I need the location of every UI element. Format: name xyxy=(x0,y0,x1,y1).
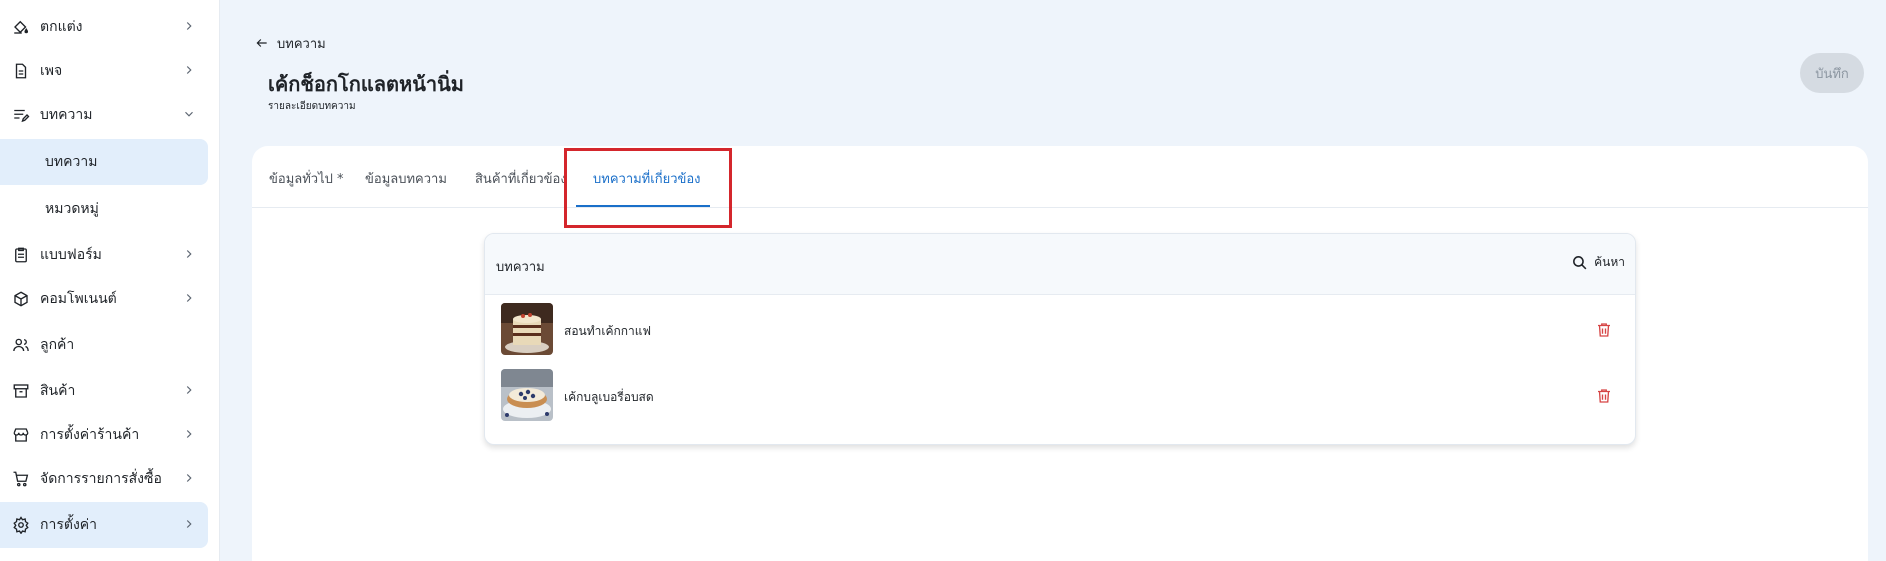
chevron-right-icon xyxy=(186,430,192,438)
sidebar-item-orders[interactable]: จัดการรายการสั่งซื้อ xyxy=(0,456,208,502)
sidebar-item-products[interactable]: สินค้า xyxy=(0,368,208,414)
save-button[interactable]: บันทึก xyxy=(1800,53,1864,93)
sidebar-item-forms[interactable]: แบบฟอร์ม xyxy=(0,232,208,278)
trash-icon[interactable] xyxy=(1595,387,1613,405)
chevron-right-icon xyxy=(186,66,192,74)
gear-icon xyxy=(12,516,30,534)
store-icon xyxy=(12,426,30,444)
cart-icon xyxy=(12,470,30,488)
search-label: ค้นหา xyxy=(1594,255,1625,269)
chevron-right-icon xyxy=(186,474,192,482)
page-subtitle: รายละเอียดบทความ xyxy=(268,101,356,112)
sidebar-subitem-categories[interactable]: หมวดหมู่ xyxy=(0,186,208,232)
list-item: สอนทำเค้กกาแฟ xyxy=(485,295,1635,355)
list-item: เค้กบลูเบอรี่อบสด xyxy=(485,361,1635,421)
back-link-label: บทความ xyxy=(277,36,326,52)
back-link[interactable]: บทความ xyxy=(255,34,326,52)
sidebar-item-decorate[interactable]: ตกแต่ง xyxy=(0,4,208,50)
sidebar-item-label: ตกแต่ง xyxy=(40,19,83,35)
paint-bucket-icon xyxy=(12,18,30,36)
article-thumbnail xyxy=(501,369,553,421)
article-edit-icon xyxy=(12,106,30,124)
sidebar-subitem-articles[interactable]: บทความ xyxy=(0,139,208,185)
sidebar-item-settings[interactable]: การตั้งค่า xyxy=(0,502,208,548)
sidebar-item-label: คอมโพเนนต์ xyxy=(40,291,117,307)
active-tab-indicator xyxy=(576,205,710,207)
page-icon xyxy=(12,62,30,80)
sidebar-item-components[interactable]: คอมโพเนนต์ xyxy=(0,276,208,322)
box-icon xyxy=(12,382,30,400)
sidebar-item-label: จัดการรายการสั่งซื้อ xyxy=(40,471,162,487)
chevron-right-icon xyxy=(186,294,192,302)
related-articles-panel: บทความ ค้นหา สอนทำเค้กกาแฟ เค้กบลูเบอรี่… xyxy=(484,233,1636,445)
sidebar-item-label: การตั้งค่าร้านค้า xyxy=(40,427,140,443)
chevron-down-icon xyxy=(185,111,193,117)
trash-icon[interactable] xyxy=(1595,321,1613,339)
panel-title: บทความ xyxy=(496,260,545,275)
sidebar-item-articles[interactable]: บทความ xyxy=(0,92,208,138)
sidebar-item-store-settings[interactable]: การตั้งค่าร้านค้า xyxy=(0,412,208,458)
chevron-right-icon xyxy=(186,520,192,528)
chevron-right-icon xyxy=(186,386,192,394)
sidebar-item-label: เพจ xyxy=(40,63,63,79)
search-button[interactable]: ค้นหา xyxy=(1571,253,1625,272)
chevron-right-icon xyxy=(186,22,192,30)
sidebar-item-customers[interactable]: ลูกค้า xyxy=(0,322,208,368)
form-icon xyxy=(12,246,30,264)
users-icon xyxy=(12,336,30,354)
sidebar-item-label: ลูกค้า xyxy=(40,337,75,353)
search-icon xyxy=(1573,256,1587,270)
sidebar-item-label: บทความ xyxy=(45,154,98,170)
cube-icon xyxy=(12,290,30,308)
sidebar-item-label: การตั้งค่า xyxy=(40,517,98,533)
tab-general[interactable]: ข้อมูลทั่วไป * xyxy=(269,168,344,189)
page-title: เค้กช็อกโกแลตหน้านิ่ม xyxy=(268,72,464,96)
tab-related-articles[interactable]: บทความที่เกี่ยวข้อง xyxy=(593,168,701,189)
sidebar-item-label: สินค้า xyxy=(40,383,76,399)
tab-related-products[interactable]: สินค้าที่เกี่ยวข้อง xyxy=(475,168,567,189)
sidebar-item-label: แบบฟอร์ม xyxy=(40,247,102,263)
article-thumbnail xyxy=(501,303,553,355)
sidebar-item-label: หมวดหมู่ xyxy=(45,201,99,217)
tab-article-content[interactable]: ข้อมูลบทความ xyxy=(365,168,447,189)
arrow-left-icon xyxy=(256,39,267,47)
article-title: สอนทำเค้กกาแฟ xyxy=(564,324,652,338)
sidebar: ตกแต่ง เพจ บทความ บทความ หมวดหมู่ แบบฟอร… xyxy=(0,0,220,561)
article-title: เค้กบลูเบอรี่อบสด xyxy=(564,390,654,404)
sidebar-item-pages[interactable]: เพจ xyxy=(0,48,208,94)
panel-header: บทความ ค้นหา xyxy=(485,234,1635,295)
sidebar-item-label: บทความ xyxy=(40,107,93,123)
chevron-right-icon xyxy=(186,250,192,258)
tab-bar: ข้อมูลทั่วไป * ข้อมูลบทความ สินค้าที่เกี… xyxy=(252,146,1868,208)
